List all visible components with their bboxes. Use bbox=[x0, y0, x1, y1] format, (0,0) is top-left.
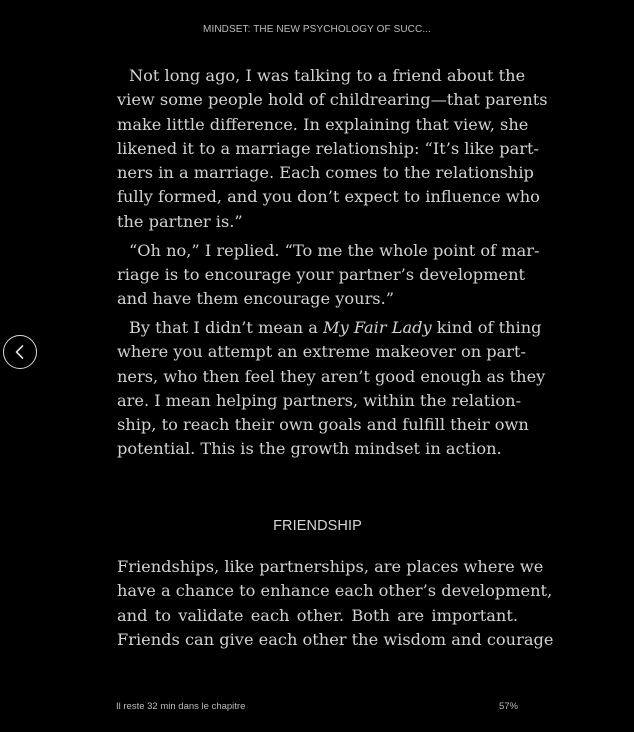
text-line: have a chance to enhance each other’s de… bbox=[117, 581, 553, 601]
text-line: where you attempt an extreme makeover on… bbox=[117, 342, 527, 362]
text-line: “Oh no,” I replied. “To me the whole poi… bbox=[129, 240, 540, 260]
text-line: Friendships, like partnerships, are plac… bbox=[117, 557, 544, 576]
text-run: By that I didn’t mean a bbox=[129, 317, 324, 337]
section-heading: FRIENDSHIP bbox=[273, 518, 362, 534]
paragraph: “Oh no,” I replied. “To me the whole poi… bbox=[117, 239, 540, 312]
chevron-left-icon bbox=[15, 345, 24, 359]
text-line: ship, to reach their own goals and fulfi… bbox=[117, 415, 529, 435]
reading-page-continued: Friendships, like partnerships, are plac… bbox=[117, 555, 554, 652]
text-line: Friends can give each other the wisdom a… bbox=[117, 629, 554, 649]
time-left-in-chapter: Il reste 32 min dans le chapitre bbox=[116, 701, 246, 712]
text-line: are. I mean helping partners, within the… bbox=[117, 390, 522, 410]
text-line: the partner is.” bbox=[117, 211, 243, 231]
reading-progress: 57% bbox=[498, 701, 518, 712]
text-line: and have them encourage yours.” bbox=[117, 289, 395, 309]
back-button[interactable] bbox=[3, 335, 37, 369]
text-line: ners, who then feel they aren’t good eno… bbox=[117, 366, 546, 386]
text-line: and to validate each other. Both are imp… bbox=[117, 605, 518, 625]
paragraph: Not long ago, I was talking to a friend … bbox=[117, 64, 548, 234]
book-title: MINDSET: THE NEW PSYCHOLOGY OF SUCC... bbox=[203, 24, 431, 35]
text-line: view some people hold of childrearing—th… bbox=[117, 90, 548, 110]
text-line: Not long ago, I was talking to a friend … bbox=[129, 66, 526, 85]
text-run: kind of thing bbox=[431, 317, 542, 337]
text-line: potential. This is the growth mindset in… bbox=[117, 439, 502, 459]
text-line: make little difference. In explaining th… bbox=[117, 114, 529, 134]
paragraph: Friendships, like partnerships, are plac… bbox=[117, 555, 554, 652]
book-title-reference: My Fair Lady bbox=[323, 317, 432, 337]
text-line: riage is to encourage your partner’s dev… bbox=[117, 264, 526, 284]
reading-page: Not long ago, I was talking to a friend … bbox=[117, 64, 548, 466]
text-line: likened it to a marriage relationship: “… bbox=[117, 138, 539, 158]
text-line: fully formed, and you don’t expect to in… bbox=[117, 187, 540, 207]
paragraph: By that I didn’t mean a My Fair Lady kin… bbox=[117, 316, 546, 462]
text-line: ners in a marriage. Each comes to the re… bbox=[117, 163, 534, 183]
text-line: By that I didn’t mean a My Fair Lady kin… bbox=[117, 316, 542, 340]
